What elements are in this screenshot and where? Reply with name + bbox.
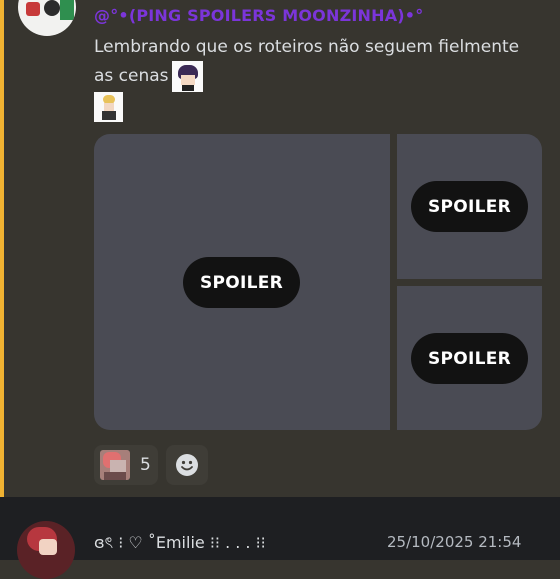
emoji-face	[181, 75, 195, 85]
mention-highlight-bar	[0, 0, 4, 497]
reaction-button[interactable]: 5	[94, 445, 158, 485]
avatar-detail	[39, 539, 57, 555]
custom-emoji-icon[interactable]	[172, 61, 203, 92]
emoji-body	[182, 85, 194, 91]
avatar-detail	[26, 2, 40, 16]
emoji-body	[102, 111, 116, 120]
smile-icon	[176, 454, 198, 476]
message-author-name[interactable]: @°•(PING SPOILERS MOONZINHA)•°	[94, 6, 423, 25]
emoji-face	[104, 103, 114, 111]
spoiler-button[interactable]: SPOILER	[183, 257, 300, 308]
spoiler-button[interactable]: SPOILER	[411, 333, 528, 384]
message-timestamp: 25/10/2025 21:54	[387, 533, 522, 551]
reaction-emoji-icon	[100, 450, 130, 480]
reaction-count: 5	[140, 455, 151, 475]
message-text-line: as cenas	[94, 66, 169, 86]
message-text-line: Lembrando que os roteiros não seguem fie…	[94, 37, 520, 57]
avatar-detail	[44, 0, 60, 16]
next-author-avatar[interactable]	[17, 521, 75, 579]
next-message-author-name[interactable]: ɞৎ ⁝ ♡ ˚Emilie ⁝⁝ . . . ⁝⁝	[94, 530, 266, 557]
custom-emoji-icon[interactable]	[94, 92, 123, 122]
add-reaction-button[interactable]	[166, 445, 208, 485]
emoji-detail	[104, 472, 126, 480]
avatar-detail	[60, 0, 74, 20]
spoiler-button[interactable]: SPOILER	[411, 181, 528, 232]
